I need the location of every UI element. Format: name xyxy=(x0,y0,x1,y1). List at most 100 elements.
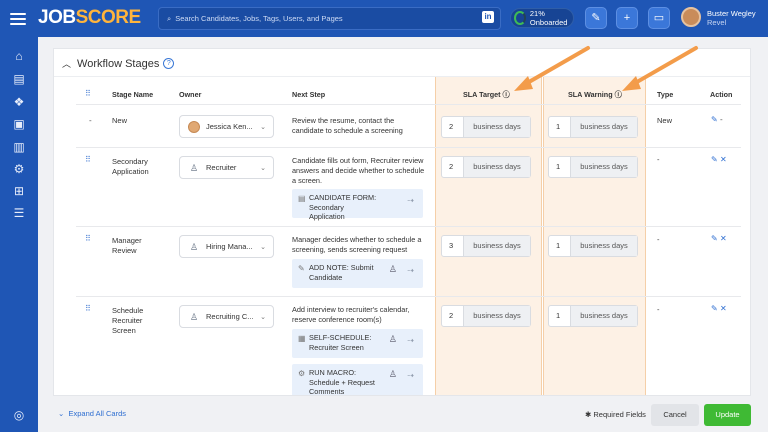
section-header[interactable]: ︿ Workflow Stages ? xyxy=(62,57,175,70)
chevron-down-icon: ⌄ xyxy=(260,164,266,172)
chat-icon[interactable]: ▭ xyxy=(648,7,670,29)
menu-icon[interactable] xyxy=(10,10,26,26)
sla-target-input[interactable]: 3 business days xyxy=(441,235,531,257)
row-actions: ✎ ✕ xyxy=(711,234,727,243)
sla-target-unit: business days xyxy=(464,157,530,177)
row-divider xyxy=(76,147,741,148)
sla-target-input[interactable]: 2 business days xyxy=(441,156,531,178)
row-actions: ✎ ✕ xyxy=(711,304,727,313)
form-icon: ▤ xyxy=(298,194,306,203)
edit-icon[interactable]: ✎ xyxy=(711,234,718,243)
cancel-button[interactable]: Cancel xyxy=(651,404,699,426)
user-icon: ♙ xyxy=(189,311,199,322)
onboarded-badge[interactable]: 21% Onboarded xyxy=(510,8,574,28)
analytics-icon[interactable]: ▥ xyxy=(12,140,26,154)
step-action[interactable]: ✎ ADD NOTE: Submit Candidate ♙ ⇢ xyxy=(292,259,423,288)
next-step-text: Candidate fills out form, Recruiter revi… xyxy=(292,156,425,185)
sla-warning-input[interactable]: 1 business days xyxy=(548,116,638,138)
pen-icon[interactable]: ✎ xyxy=(585,7,607,29)
sla-warning-input[interactable]: 1 business days xyxy=(548,235,638,257)
search-input[interactable]: ⌕ Search Candidates, Jobs, Tags, Users, a… xyxy=(158,7,501,30)
settings-icon[interactable]: ⚙ xyxy=(12,162,26,176)
note-icon: ✎ xyxy=(298,264,305,273)
row-actions: ✎ - xyxy=(711,115,723,124)
col-type: Type xyxy=(657,90,674,99)
clipboard-icon[interactable]: ▤ xyxy=(12,72,26,86)
sla-target-unit: business days xyxy=(464,236,530,256)
expand-all-link[interactable]: ⌄ Expand All Cards xyxy=(58,409,126,418)
drag-handle-icon[interactable]: ⠿ xyxy=(85,155,91,164)
sla-warning-value: 1 xyxy=(549,306,571,326)
step-action[interactable]: ▦ SELF-SCHEDULE: Recruiter Screen ♙ ⇢ xyxy=(292,329,423,358)
col-sla-target-label: SLA Target xyxy=(463,90,501,99)
step-action-label: CANDIDATE FORM: Secondary Application xyxy=(309,193,377,221)
chevron-down-icon: ⌄ xyxy=(260,313,266,321)
avatar[interactable] xyxy=(681,7,701,27)
sla-target-value: 2 xyxy=(442,157,464,177)
delete-icon[interactable]: ✕ xyxy=(720,304,727,313)
sla-warning-input[interactable]: 1 business days xyxy=(548,305,638,327)
stage-name: Secondary Application xyxy=(112,157,149,176)
drag-all-icon[interactable]: ⠿ xyxy=(85,89,91,98)
next-step-text: Manager decides whether to schedule a sc… xyxy=(292,235,422,254)
user-icon: ♙ xyxy=(388,264,397,274)
user-icon: ♙ xyxy=(189,241,199,252)
sla-warning-unit: business days xyxy=(571,306,637,326)
sla-target-value: 2 xyxy=(442,117,464,137)
support-icon[interactable]: ◎ xyxy=(12,408,26,422)
col-next-step: Next Step xyxy=(292,90,326,99)
owner-select[interactable]: Jessica Ken... ⌄ xyxy=(179,115,274,138)
redirect-icon[interactable]: ⇢ xyxy=(407,336,414,346)
step-action[interactable]: ⚙ RUN MACRO: Schedule + Request Comments ♙… xyxy=(292,364,423,395)
drag-handle-icon[interactable]: ⠿ xyxy=(85,234,91,243)
help-icon[interactable]: ⓘ xyxy=(503,90,510,99)
user-name: Buster Wegley xyxy=(707,9,756,18)
sla-warning-input[interactable]: 1 business days xyxy=(548,156,638,178)
add-icon[interactable]: + xyxy=(616,7,638,29)
col-sla-warning-label: SLA Warning xyxy=(568,90,613,99)
sla-target-unit: business days xyxy=(464,306,530,326)
drag-handle-icon[interactable]: ⠿ xyxy=(85,304,91,313)
linkedin-icon[interactable]: in xyxy=(482,11,494,23)
briefcase-icon[interactable]: ▣ xyxy=(12,117,26,131)
document-list-icon[interactable]: ☰ xyxy=(12,206,26,220)
owner-select[interactable]: ♙ Recruiting C... ⌄ xyxy=(179,305,274,328)
user-menu[interactable]: Buster Wegley Revel xyxy=(707,9,756,27)
search-icon: ⌕ xyxy=(167,13,172,23)
sla-target-input[interactable]: 2 business days xyxy=(441,305,531,327)
owner-select[interactable]: ♙ Recruiter ⌄ xyxy=(179,156,274,179)
top-bar: JOBSCORE ⌕ Search Candidates, Jobs, Tags,… xyxy=(0,0,768,37)
edit-icon[interactable]: ✎ xyxy=(711,115,718,124)
logo-right: SCORE xyxy=(75,7,142,28)
edit-icon[interactable]: ✎ xyxy=(711,155,718,164)
required-fields-label: Required Fields xyxy=(593,410,646,419)
edit-icon[interactable]: ✎ xyxy=(711,304,718,313)
sla-warning-value: 1 xyxy=(549,236,571,256)
update-button[interactable]: Update xyxy=(704,404,751,426)
chevron-up-icon: ︿ xyxy=(62,59,72,69)
paw-icon[interactable]: ❖ xyxy=(12,95,26,109)
apps-icon[interactable]: ⊞ xyxy=(12,184,26,198)
redirect-icon[interactable]: ⇢ xyxy=(407,196,414,206)
home-icon[interactable]: ⌂ xyxy=(12,49,26,63)
step-action-label: ADD NOTE: Submit Candidate xyxy=(309,263,374,282)
step-action[interactable]: ▤ CANDIDATE FORM: Secondary Application ⇢ xyxy=(292,189,423,221)
delete-icon[interactable]: ✕ xyxy=(720,155,727,164)
delete-icon[interactable]: ✕ xyxy=(720,234,727,243)
next-step-text: Review the resume, contact the candidate… xyxy=(292,116,403,135)
help-icon[interactable]: ⓘ xyxy=(615,90,622,99)
sla-target-input[interactable]: 2 business days xyxy=(441,116,531,138)
col-sla-warning: SLA Warning ⓘ xyxy=(568,90,622,100)
redirect-icon[interactable]: ⇢ xyxy=(407,266,414,276)
footer-bar: ⌄ Expand All Cards ✱ Required Fields Can… xyxy=(38,399,768,432)
owner-select[interactable]: ♙ Hiring Mana... ⌄ xyxy=(179,235,274,258)
redirect-icon[interactable]: ⇢ xyxy=(407,371,414,381)
stage-type: - xyxy=(657,305,660,314)
required-fields-note: ✱ Required Fields xyxy=(585,410,646,419)
logo[interactable]: JOBSCORE xyxy=(38,7,141,29)
stage-name: New xyxy=(112,116,128,125)
user-icon: ♙ xyxy=(388,369,397,379)
row-dash: - xyxy=(89,116,92,125)
sla-warning-unit: business days xyxy=(571,117,637,137)
help-icon[interactable]: ? xyxy=(163,58,175,69)
